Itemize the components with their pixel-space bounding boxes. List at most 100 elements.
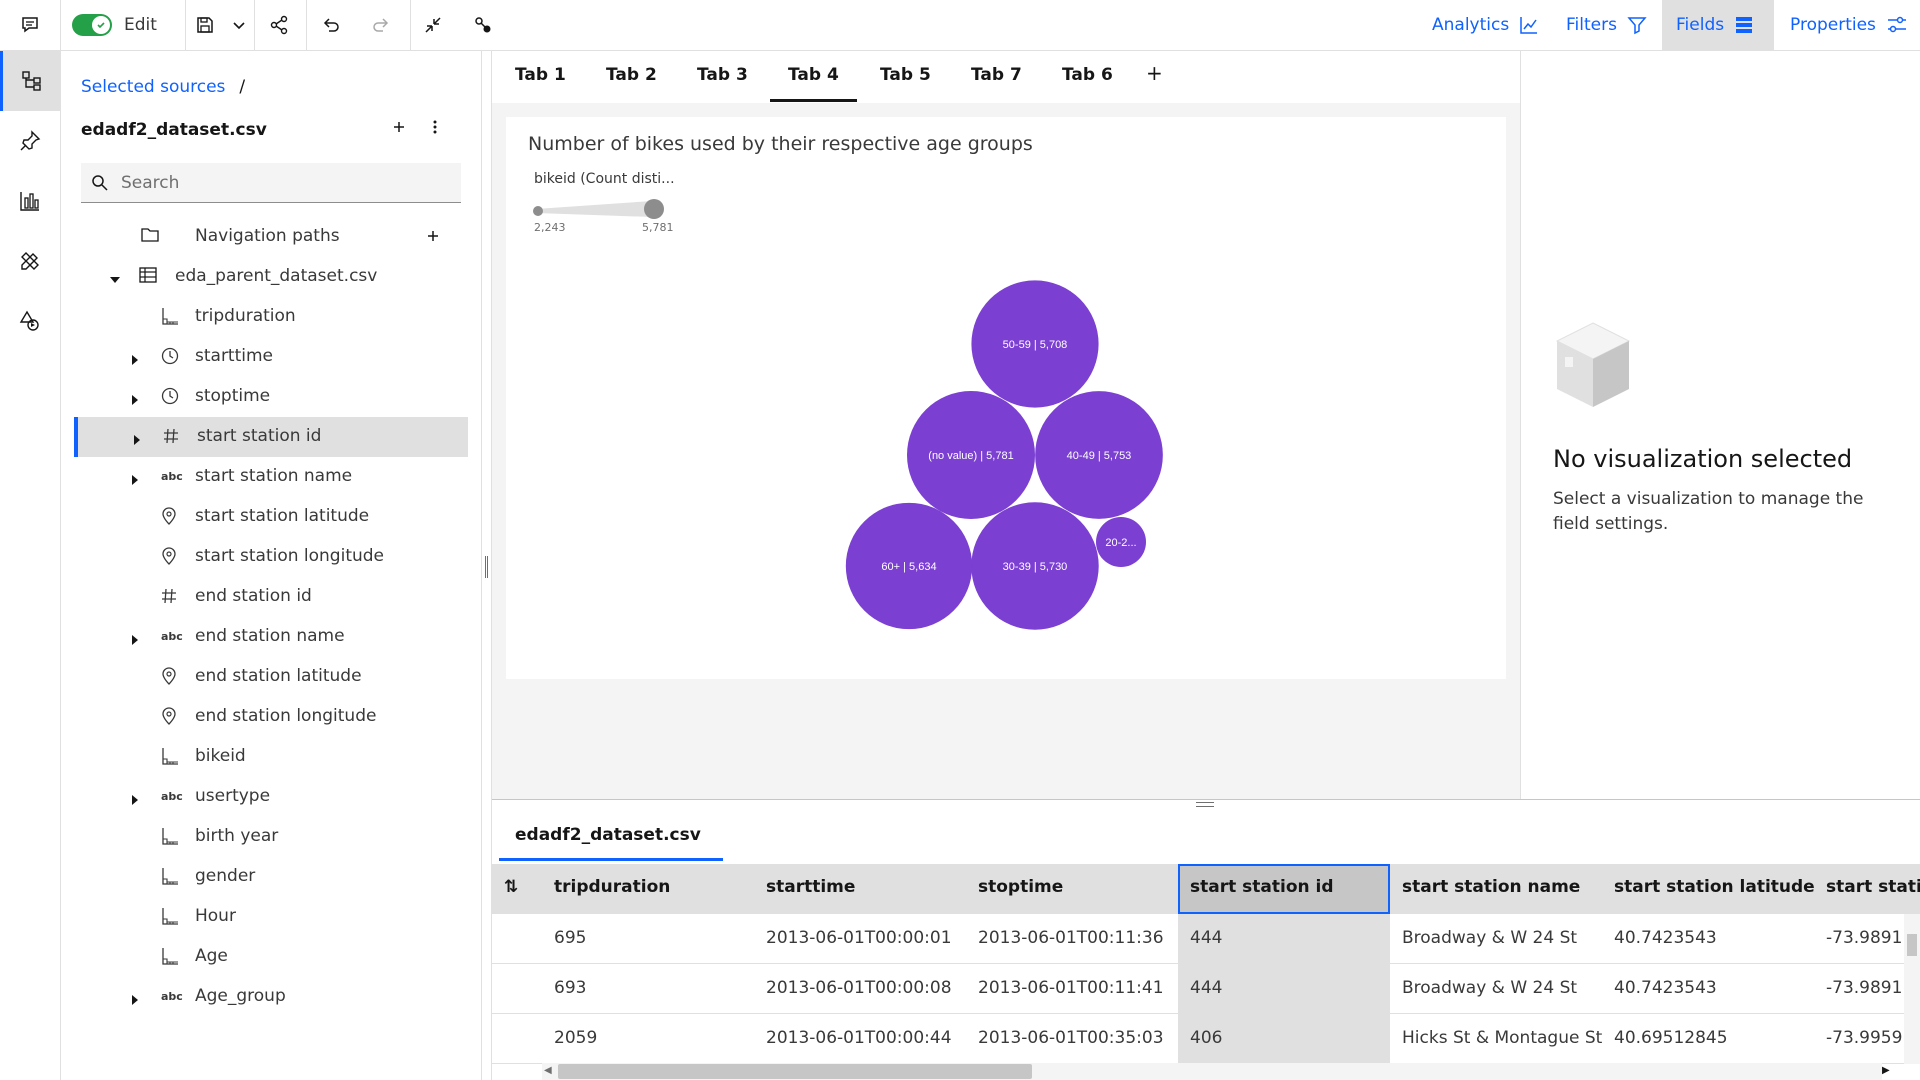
dashboard-tab[interactable]: Tab 4 bbox=[770, 65, 857, 102]
bubble[interactable]: (no value) | 5,781 bbox=[907, 391, 1035, 519]
share-button[interactable] bbox=[264, 0, 294, 50]
assets-rail-button[interactable] bbox=[0, 231, 60, 291]
redo-button[interactable] bbox=[366, 0, 396, 50]
resize-handle-icon[interactable] bbox=[1196, 802, 1214, 807]
column-header[interactable]: start station id bbox=[1178, 864, 1390, 914]
tree-item[interactable]: end station latitude bbox=[75, 657, 469, 697]
table-cell[interactable]: 444 bbox=[1178, 964, 1390, 1014]
column-header[interactable]: start station name bbox=[1390, 864, 1602, 914]
column-header[interactable]: start statio bbox=[1814, 864, 1920, 914]
dashboard-tab[interactable]: Tab 6 bbox=[1062, 65, 1113, 85]
tree-item[interactable]: Hour bbox=[75, 897, 469, 937]
add-source-button[interactable] bbox=[391, 119, 407, 135]
drill-path-button[interactable] bbox=[468, 0, 498, 50]
bubble[interactable]: 30-39 | 5,730 bbox=[971, 502, 1099, 630]
tree-item[interactable]: abc end station name bbox=[75, 617, 469, 657]
tree-item[interactable]: bikeid bbox=[75, 737, 469, 777]
tree-item[interactable]: gender bbox=[75, 857, 469, 897]
table-cell[interactable]: 40.69512845 bbox=[1602, 1014, 1814, 1064]
scroll-right-icon[interactable]: ▶ bbox=[1882, 1065, 1890, 1076]
table-cell[interactable]: 2013-06-01T00:11:36 bbox=[966, 914, 1178, 964]
tree-item[interactable]: starttime bbox=[75, 337, 469, 377]
filters-tab[interactable]: Filters bbox=[1552, 0, 1661, 50]
tree-item[interactable]: abc Age_group bbox=[75, 977, 469, 1017]
table-cell[interactable]: Hicks St & Montague St bbox=[1390, 1014, 1602, 1064]
caret-down-icon[interactable] bbox=[109, 271, 121, 291]
table-cell[interactable]: 695 bbox=[542, 914, 754, 964]
dataset-overflow-menu[interactable] bbox=[432, 119, 438, 135]
bubble-chart-widget[interactable]: Number of bikes used by their respective… bbox=[506, 117, 1506, 679]
caret-right-icon[interactable] bbox=[129, 791, 141, 811]
dashboard-tab[interactable]: Tab 3 bbox=[697, 65, 748, 85]
table-cell[interactable]: 693 bbox=[542, 964, 754, 1014]
bubble[interactable]: 20-2... bbox=[1096, 517, 1146, 567]
tree-item[interactable]: end station id bbox=[75, 577, 469, 617]
caret-right-icon[interactable] bbox=[129, 631, 141, 651]
table-cell[interactable]: 2013-06-01T00:35:03 bbox=[966, 1014, 1178, 1064]
table-cell[interactable]: 2013-06-01T00:00:08 bbox=[754, 964, 966, 1014]
table-cell[interactable]: 444 bbox=[1178, 914, 1390, 964]
tree-item[interactable]: Age bbox=[75, 937, 469, 977]
preview-tab[interactable]: edadf2_dataset.csv bbox=[499, 825, 723, 861]
edit-toggle[interactable]: Edit bbox=[72, 0, 182, 50]
table-cell[interactable]: Broadway & W 24 St bbox=[1390, 964, 1602, 1014]
undo-button[interactable] bbox=[316, 0, 346, 50]
bubble[interactable]: 50-59 | 5,708 bbox=[971, 280, 1099, 408]
table-cell[interactable]: Broadway & W 24 St bbox=[1390, 914, 1602, 964]
analytics-tab[interactable]: Analytics bbox=[1418, 0, 1553, 50]
bubble[interactable]: 60+ | 5,634 bbox=[845, 502, 973, 630]
table-cell[interactable]: 2013-06-01T00:00:01 bbox=[754, 914, 966, 964]
breadcrumb-selected-sources[interactable]: Selected sources bbox=[81, 77, 225, 97]
tree-item[interactable]: tripduration bbox=[75, 297, 469, 337]
add-tab-button[interactable]: + bbox=[1146, 61, 1163, 85]
caret-right-icon[interactable] bbox=[129, 471, 141, 491]
tree-item[interactable]: start station latitude bbox=[75, 497, 469, 537]
tree-item[interactable]: start station id bbox=[74, 417, 468, 457]
table-cell[interactable]: 40.7423543 bbox=[1602, 914, 1814, 964]
column-header[interactable]: tripduration bbox=[542, 864, 754, 914]
visualizations-rail-button[interactable] bbox=[0, 171, 60, 231]
sources-rail-button[interactable] bbox=[0, 51, 60, 111]
caret-right-icon[interactable] bbox=[129, 391, 141, 411]
add-navigation-path-button[interactable] bbox=[425, 228, 441, 249]
table-cell[interactable]: 406 bbox=[1178, 1014, 1390, 1064]
sort-header[interactable]: ⇅ bbox=[492, 864, 542, 914]
dashboard-tab[interactable]: Tab 7 bbox=[971, 65, 1022, 85]
tree-item[interactable]: birth year bbox=[75, 817, 469, 857]
table-cell[interactable]: 2059 bbox=[542, 1014, 754, 1064]
vertical-scrollbar[interactable] bbox=[1904, 914, 1920, 1064]
table-row[interactable]: 695 2013-06-01T00:00:01 2013-06-01T00:11:3… bbox=[492, 914, 1920, 964]
column-header[interactable]: stoptime bbox=[966, 864, 1178, 914]
table-cell[interactable]: 40.7423543 bbox=[1602, 964, 1814, 1014]
table-cell[interactable]: 2013-06-01T00:00:44 bbox=[754, 1014, 966, 1064]
tree-item[interactable]: abc start station name bbox=[75, 457, 469, 497]
save-options-dropdown[interactable] bbox=[226, 0, 252, 50]
minimize-button[interactable] bbox=[418, 0, 448, 50]
table-row[interactable]: 693 2013-06-01T00:00:08 2013-06-01T00:11:4… bbox=[492, 964, 1920, 1014]
pin-rail-button[interactable] bbox=[0, 111, 60, 171]
tree-item[interactable]: start station longitude bbox=[75, 537, 469, 577]
fields-tab[interactable]: Fields bbox=[1662, 0, 1774, 50]
toggle-switch[interactable] bbox=[72, 14, 112, 36]
tree-item[interactable]: Navigation paths bbox=[75, 217, 469, 257]
table-cell[interactable]: 2013-06-01T00:11:41 bbox=[966, 964, 1178, 1014]
dashboard-tab[interactable]: Tab 2 bbox=[606, 65, 657, 85]
templates-rail-button[interactable] bbox=[0, 291, 60, 351]
caret-right-icon[interactable] bbox=[131, 431, 143, 451]
tree-item[interactable]: eda_parent_dataset.csv bbox=[75, 257, 469, 297]
column-header[interactable]: starttime bbox=[754, 864, 966, 914]
tree-item[interactable]: end station longitude bbox=[75, 697, 469, 737]
dashboard-tab[interactable]: Tab 1 bbox=[515, 65, 566, 85]
panel-splitter[interactable] bbox=[482, 51, 492, 1080]
tree-item[interactable]: abc usertype bbox=[75, 777, 469, 817]
comment-button[interactable] bbox=[0, 0, 60, 50]
drag-handle-icon[interactable] bbox=[485, 556, 488, 578]
caret-right-icon[interactable] bbox=[129, 991, 141, 1011]
save-button[interactable] bbox=[190, 0, 220, 50]
tree-item[interactable]: stoptime bbox=[75, 377, 469, 417]
search-input[interactable]: Search bbox=[81, 163, 461, 203]
properties-tab[interactable]: Properties bbox=[1776, 0, 1920, 50]
dashboard-tab[interactable]: Tab 5 bbox=[880, 65, 931, 85]
bubble[interactable]: 40-49 | 5,753 bbox=[1035, 391, 1163, 519]
scroll-left-icon[interactable]: ◀ bbox=[544, 1065, 552, 1076]
